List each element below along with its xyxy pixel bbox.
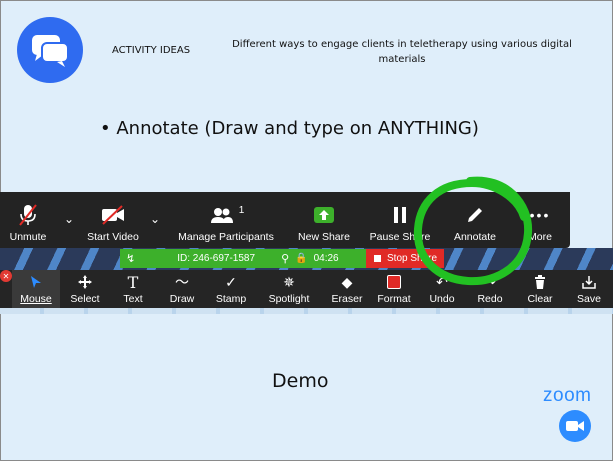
format-tool[interactable]: Format: [374, 270, 414, 308]
annotate-button[interactable]: Annotate: [448, 192, 502, 248]
chat-bubbles-logo-icon: [17, 17, 83, 83]
stop-share-label: Stop Share: [387, 253, 438, 264]
pause-icon: [390, 202, 410, 228]
demo-heading: Demo: [272, 370, 329, 392]
redo-icon: ↷: [484, 273, 496, 290]
more-button[interactable]: ••• More: [520, 192, 560, 248]
draw-tool[interactable]: 〜 Draw: [164, 270, 200, 308]
format-swatch-icon: [387, 273, 401, 291]
select-tool[interactable]: Select: [64, 270, 106, 308]
stamp-tool[interactable]: ✓ Stamp: [210, 270, 252, 308]
eraser-icon: ◆: [341, 273, 353, 290]
video-off-icon: [100, 202, 126, 228]
eraser-tool[interactable]: ◆ Eraser: [326, 270, 368, 308]
zoom-wordmark: zoom: [543, 385, 592, 406]
draw-icon: 〜: [175, 274, 189, 290]
clear-button[interactable]: Clear: [522, 270, 558, 308]
new-share-button[interactable]: New Share: [294, 192, 354, 248]
lock-icon: 🔒: [295, 253, 308, 264]
cursor-icon: [29, 273, 43, 291]
header-subtitle: Different ways to engage clients in tele…: [232, 39, 572, 65]
save-label: Save: [577, 293, 601, 305]
spotlight-tool[interactable]: ✵ Spotlight: [262, 270, 316, 308]
participants-icon: 1: [208, 202, 245, 228]
eraser-label: Eraser: [331, 293, 363, 305]
undo-label: Undo: [429, 293, 455, 305]
share-arrow-icon: [313, 202, 335, 228]
annotate-label: Annotate: [453, 231, 497, 243]
draw-label: Draw: [169, 293, 195, 305]
unmute-button[interactable]: Unmute: [8, 192, 48, 248]
redo-button[interactable]: ↷ Redo: [472, 270, 508, 308]
manage-participants-label: Manage Participants: [178, 231, 274, 243]
undo-icon: ↶: [436, 273, 448, 290]
spotlight-icon: ✵: [283, 273, 295, 290]
audio-options-chevron-icon[interactable]: ⌄: [64, 212, 74, 226]
mouse-label: Mouse: [20, 293, 52, 305]
text-label: Text: [123, 293, 143, 305]
zoom-camera-icon: [559, 410, 591, 442]
meeting-timer: 04:26: [313, 253, 339, 264]
save-icon: [582, 273, 596, 291]
share-toolbar: Unmute ⌄ Start Video ⌄ 1 Manage Particip…: [0, 192, 570, 248]
spotlight-label: Spotlight: [268, 293, 310, 305]
stop-square-icon: [374, 255, 381, 262]
undo-button[interactable]: ↶ Undo: [424, 270, 460, 308]
meeting-id: ID: 246-697-1587: [177, 253, 256, 264]
shared-screen-lower-edge: [0, 308, 613, 314]
save-button[interactable]: Save: [572, 270, 606, 308]
manage-participants-button[interactable]: 1 Manage Participants: [172, 192, 280, 248]
close-annotation-icon[interactable]: ✕: [0, 270, 12, 282]
stop-share-button[interactable]: Stop Share: [366, 249, 444, 268]
video-options-chevron-icon[interactable]: ⌄: [150, 212, 160, 226]
bullet-annotate: • Annotate (Draw and type on ANYTHING): [100, 118, 479, 139]
more-label: More: [528, 231, 552, 243]
clear-label: Clear: [527, 293, 553, 305]
meeting-info-bar: ↯ ID: 246-697-1587 ⚲ 🔒 04:26: [120, 249, 366, 268]
muted-mic-small-icon: ⚲: [281, 253, 290, 265]
more-dots-icon: •••: [529, 207, 551, 223]
redo-label: Redo: [477, 293, 503, 305]
pause-share-label: Pause Share: [369, 231, 431, 243]
select-label: Select: [70, 293, 100, 305]
bullet-text: Annotate (Draw and type on ANYTHING): [116, 118, 479, 139]
bullet-dot: •: [100, 118, 117, 139]
participant-count: 1: [238, 204, 245, 216]
activity-ideas-title: ACTIVITY IDEAS: [112, 45, 191, 56]
unmute-label: Unmute: [9, 231, 47, 243]
shield-check-icon: ↯: [126, 253, 136, 265]
text-icon: T: [127, 272, 139, 292]
pencil-icon: [465, 202, 485, 228]
pause-share-button[interactable]: Pause Share: [368, 192, 432, 248]
trash-icon: [534, 273, 546, 291]
format-label: Format: [377, 293, 411, 305]
text-tool[interactable]: T Text: [116, 270, 150, 308]
checkmark-icon: ✓: [225, 273, 237, 290]
muted-mic-icon: [17, 202, 39, 228]
new-share-label: New Share: [298, 231, 350, 243]
move-icon: [77, 273, 93, 291]
annotation-toolbar: Mouse Select T Text 〜 Draw ✓ Stamp ✵ Spo…: [0, 270, 613, 308]
start-video-button[interactable]: Start Video: [82, 192, 144, 248]
mouse-tool[interactable]: Mouse: [12, 270, 60, 308]
start-video-label: Start Video: [87, 231, 139, 243]
stamp-label: Stamp: [215, 293, 247, 305]
